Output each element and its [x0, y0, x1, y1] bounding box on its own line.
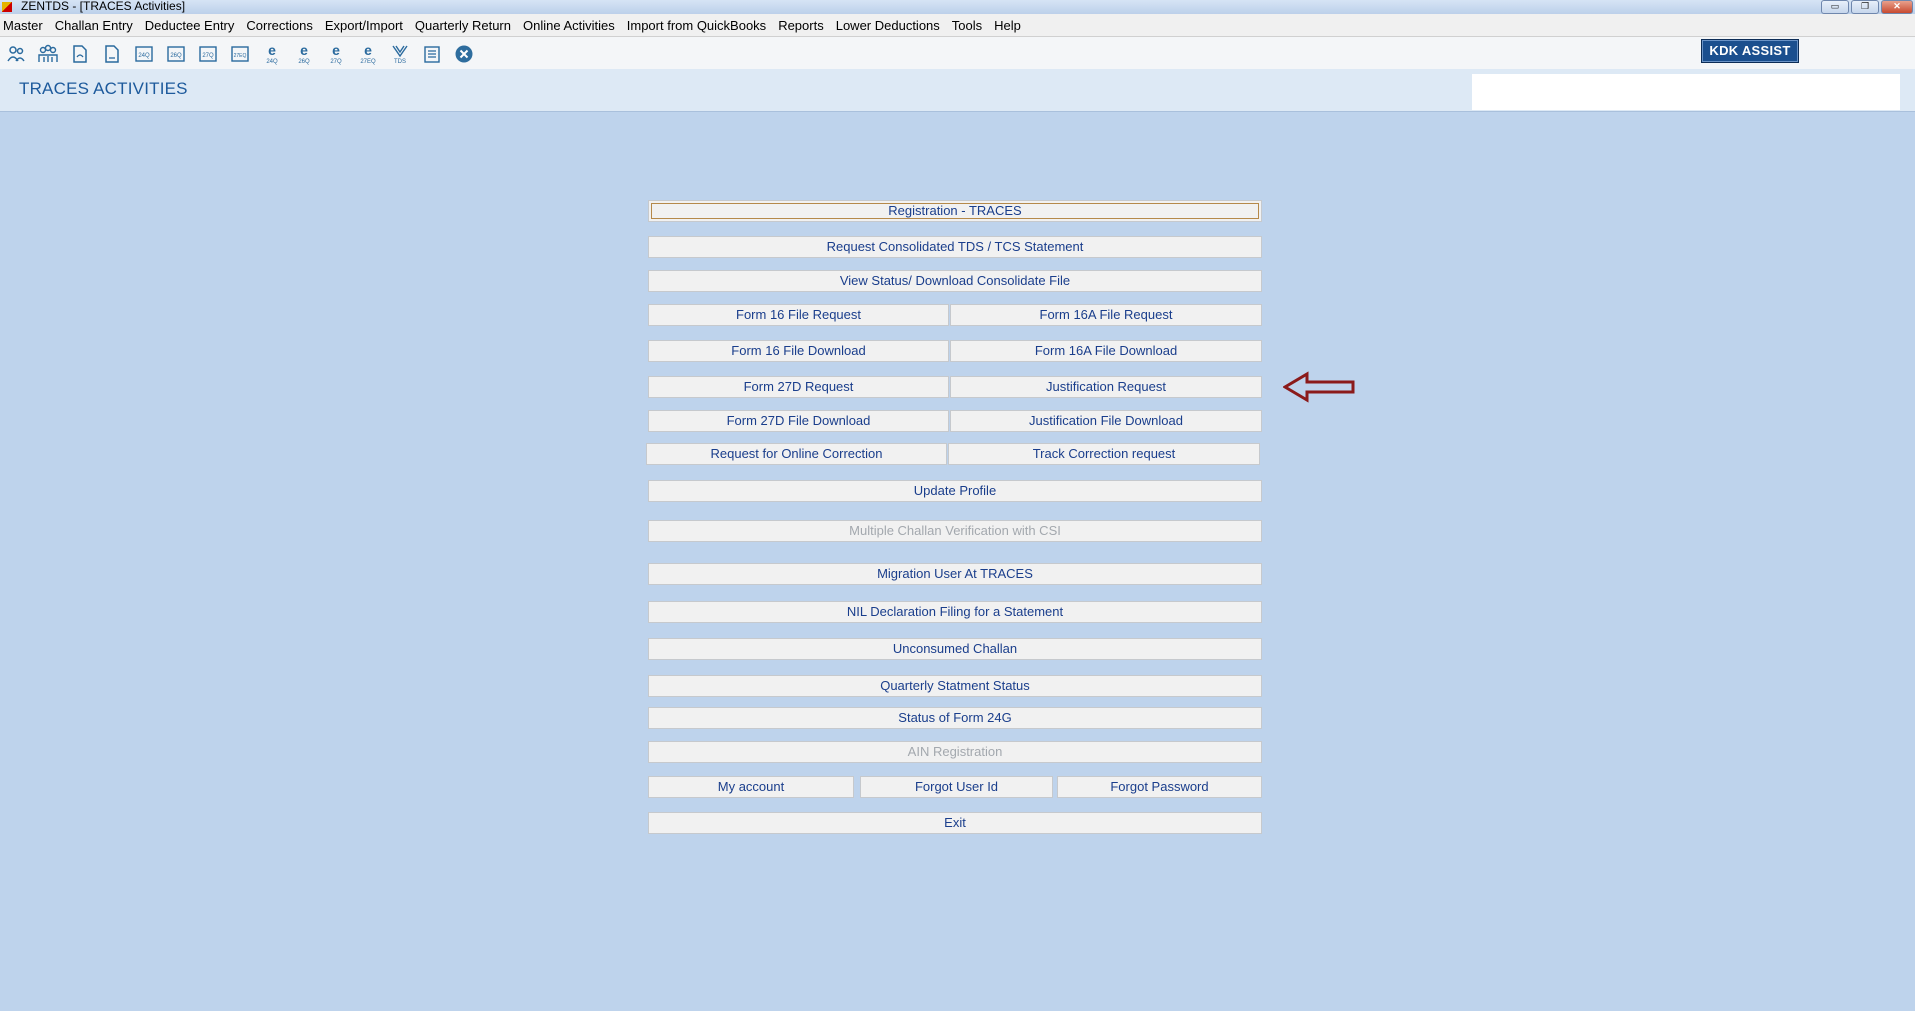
menu-master[interactable]: Master [0, 18, 49, 33]
form16a-file-request-button[interactable]: Form 16A File Request [950, 304, 1262, 326]
svg-text:26Q: 26Q [298, 59, 310, 65]
svg-text:27Q: 27Q [202, 53, 214, 59]
migration-user-button[interactable]: Migration User At TRACES [648, 563, 1262, 585]
request-consolidated-statement-button[interactable]: Request Consolidated TDS / TCS Statement [648, 236, 1262, 258]
e-27q-icon[interactable]: e 27Q [320, 41, 352, 67]
page-title: TRACES ACTIVITIES [19, 79, 188, 98]
form16-file-request-button[interactable]: Form 16 File Request [648, 304, 949, 326]
svg-text:24Q: 24Q [138, 53, 150, 59]
toolbar: 24Q 26Q 27Q 27EQ e 24Q e 26Q e 27Q e 27EQ TD… [0, 37, 1915, 69]
ain-registration-button: AIN Registration [648, 741, 1262, 763]
window-controls: ▭ ❐ ✕ [1821, 0, 1913, 14]
menu-quarterly-return[interactable]: Quarterly Return [409, 18, 517, 33]
close-icon[interactable] [448, 41, 480, 67]
svg-text:e: e [332, 43, 340, 58]
svg-text:27Q: 27Q [330, 59, 342, 65]
file-icon-2[interactable] [96, 41, 128, 67]
e-27eq-icon[interactable]: e 27EQ [352, 41, 384, 67]
menu-tools[interactable]: Tools [946, 18, 988, 33]
menu-challan-entry[interactable]: Challan Entry [49, 18, 139, 33]
window-title: ZENTDS - [TRACES Activities] [21, 0, 186, 13]
registration-traces-button[interactable]: Registration - TRACES [648, 200, 1262, 222]
e-26q-icon[interactable]: e 26Q [288, 41, 320, 67]
document-icon[interactable] [416, 41, 448, 67]
form-24q-icon[interactable]: 24Q [128, 41, 160, 67]
menu-lower-deductions[interactable]: Lower Deductions [830, 18, 946, 33]
title-bar: ZENTDS - [TRACES Activities] ▭ ❐ ✕ [0, 0, 1915, 14]
my-account-button[interactable]: My account [648, 776, 854, 798]
menu-export-import[interactable]: Export/Import [319, 18, 409, 33]
multiple-challan-verification-button: Multiple Challan Verification with CSI [648, 520, 1262, 542]
justification-file-download-button[interactable]: Justification File Download [950, 410, 1262, 432]
deductor-icon[interactable] [0, 41, 32, 67]
deductees-icon[interactable] [32, 41, 64, 67]
form27d-request-button[interactable]: Form 27D Request [648, 376, 949, 398]
track-correction-button[interactable]: Track Correction request [948, 443, 1260, 465]
svg-text:e: e [268, 43, 276, 58]
svg-text:e: e [300, 43, 308, 58]
minimize-button[interactable]: ▭ [1821, 0, 1849, 14]
svg-text:TDS: TDS [394, 59, 406, 65]
form16a-file-download-button[interactable]: Form 16A File Download [950, 340, 1262, 362]
update-profile-button[interactable]: Update Profile [648, 480, 1262, 502]
e-24q-icon[interactable]: e 24Q [256, 41, 288, 67]
menu-online-activities[interactable]: Online Activities [517, 18, 621, 33]
close-window-button[interactable]: ✕ [1881, 0, 1913, 14]
exit-button[interactable]: Exit [648, 812, 1262, 834]
nil-declaration-button[interactable]: NIL Declaration Filing for a Statement [648, 601, 1262, 623]
form-27eq-icon[interactable]: 27EQ [224, 41, 256, 67]
menu-corrections[interactable]: Corrections [240, 18, 318, 33]
view-status-download-button[interactable]: View Status/ Download Consolidate File [648, 270, 1262, 292]
forgot-user-id-button[interactable]: Forgot User Id [860, 776, 1053, 798]
menu-reports[interactable]: Reports [772, 18, 830, 33]
svg-text:e: e [364, 43, 372, 58]
form27d-file-download-button[interactable]: Form 27D File Download [648, 410, 949, 432]
svg-text:26Q: 26Q [170, 53, 182, 59]
svg-text:27EQ: 27EQ [360, 59, 376, 65]
kdk-assist-button[interactable]: KDK ASSIST [1701, 39, 1799, 63]
unconsumed-challan-button[interactable]: Unconsumed Challan [648, 638, 1262, 660]
header-panel [1472, 74, 1900, 110]
form-27q-icon[interactable]: 27Q [192, 41, 224, 67]
tds-icon[interactable]: TDS [384, 41, 416, 67]
justification-request-button[interactable]: Justification Request [950, 376, 1262, 398]
form-26q-icon[interactable]: 26Q [160, 41, 192, 67]
form16-file-download-button[interactable]: Form 16 File Download [648, 340, 949, 362]
page-header: TRACES ACTIVITIES [0, 69, 1915, 112]
restore-button[interactable]: ❐ [1851, 0, 1879, 14]
online-correction-button[interactable]: Request for Online Correction [646, 443, 947, 465]
file-icon[interactable] [64, 41, 96, 67]
menu-deductee-entry[interactable]: Deductee Entry [139, 18, 241, 33]
quarterly-statement-status-button[interactable]: Quarterly Statment Status [648, 675, 1262, 697]
form24g-status-button[interactable]: Status of Form 24G [648, 707, 1262, 729]
menu-help[interactable]: Help [988, 18, 1027, 33]
forgot-password-button[interactable]: Forgot Password [1057, 776, 1262, 798]
pointer-arrow-icon [1283, 371, 1355, 403]
app-icon [2, 2, 12, 12]
menu-import-quickbooks[interactable]: Import from QuickBooks [621, 18, 772, 33]
svg-text:27EQ: 27EQ [234, 53, 247, 59]
menu-bar: Master Challan Entry Deductee Entry Corr… [0, 14, 1915, 37]
svg-text:24Q: 24Q [266, 59, 278, 65]
